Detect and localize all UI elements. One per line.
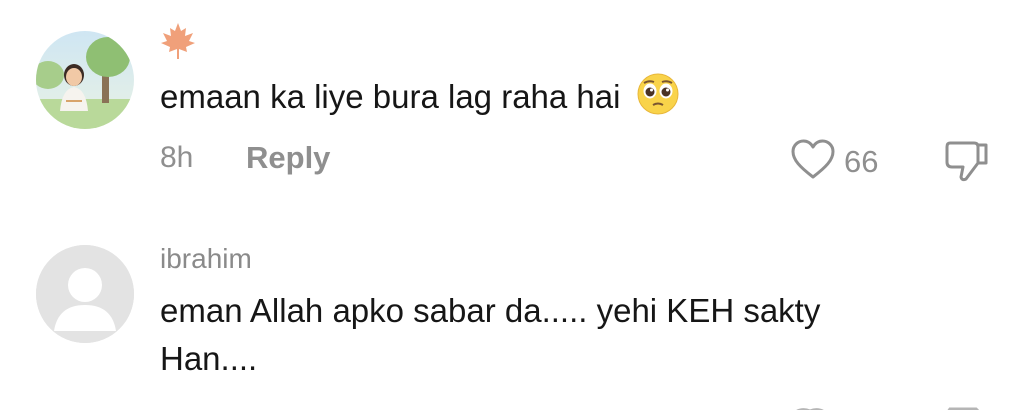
next-action-icons-partial bbox=[790, 402, 990, 410]
comment-text-line-1: eman Allah apko sabar da..... yehi KEH s… bbox=[160, 292, 821, 329]
comment-2: ibrahim eman Allah apko sabar da..... ye… bbox=[0, 0, 1024, 410]
comment-text-line-2: Han.... bbox=[160, 340, 258, 377]
avatar[interactable] bbox=[36, 245, 134, 343]
comment-username[interactable]: ibrahim bbox=[160, 243, 252, 275]
default-avatar bbox=[36, 245, 134, 343]
